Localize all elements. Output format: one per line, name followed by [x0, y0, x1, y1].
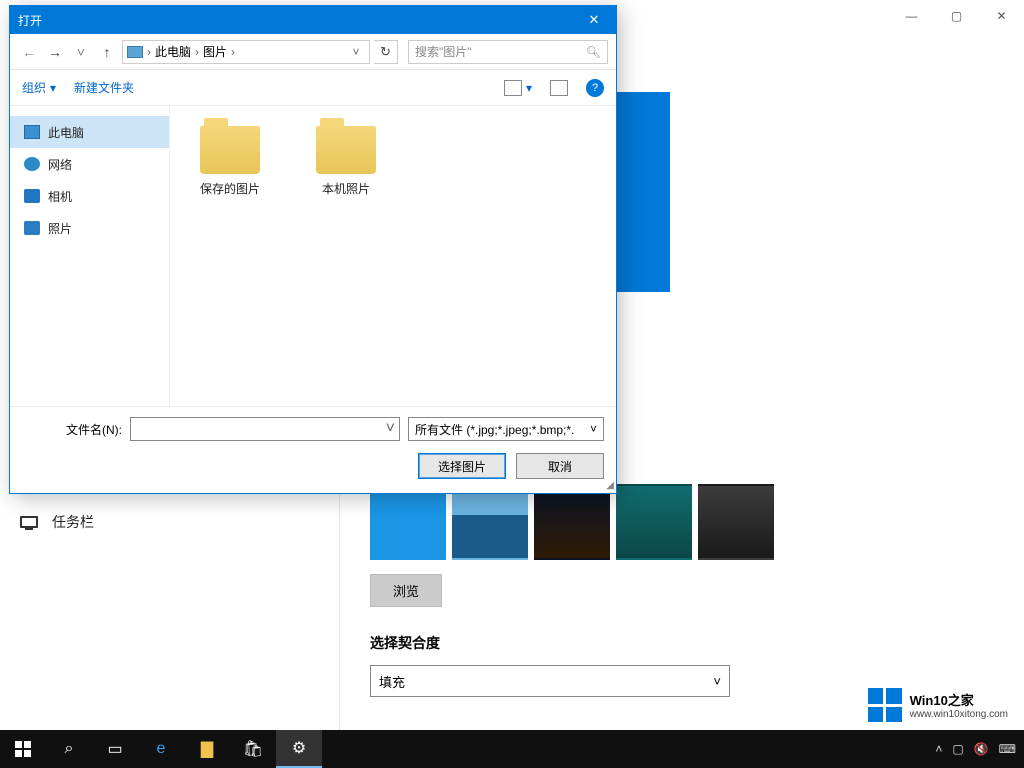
camera-icon — [24, 189, 40, 203]
minimize-button[interactable]: — — [889, 0, 934, 32]
watermark-title: Win10之家 — [910, 693, 974, 708]
sidebar-item-label: 此电脑 — [48, 124, 84, 141]
task-view-button[interactable]: ▭ — [92, 730, 138, 768]
explorer-button[interactable]: ▇ — [184, 730, 230, 768]
sidebar-item-this-pc[interactable]: 此电脑 — [10, 116, 169, 148]
up-button[interactable]: ↑ — [96, 41, 118, 63]
fit-select[interactable]: 填充 ˅ — [370, 665, 730, 697]
picture-thumb[interactable] — [534, 484, 610, 560]
folder-icon — [316, 126, 376, 174]
file-open-dialog: 打开 ✕ ← → ˅ ↑ › 此电脑 › 图片 › ˅ ↻ 搜索"图片" 🔍︎ … — [9, 5, 617, 494]
folder-item[interactable]: 本机照片 — [306, 126, 386, 197]
breadcrumb-sep-icon: › — [229, 45, 237, 59]
dialog-footer: 文件名(N): ˅ 所有文件 (*.jpg;*.jpeg;*.bmp;*. ˅ … — [10, 406, 616, 493]
taskbar: ⌕ ▭ e ▇ 🛍︎ ⚙ ˄ ▢ 🔇 ⌨ — [0, 730, 1024, 768]
dialog-title: 打开 — [18, 12, 42, 29]
filename-input[interactable]: ˅ — [130, 417, 400, 441]
photos-icon — [24, 221, 40, 235]
search-button[interactable]: ⌕ — [46, 730, 92, 768]
maximize-button[interactable]: ▢ — [934, 0, 979, 32]
address-dropdown-icon[interactable]: ˅ — [347, 45, 365, 59]
sidebar-item-label: 任务栏 — [52, 512, 94, 532]
view-icon — [504, 80, 522, 96]
help-button[interactable]: ? — [586, 79, 604, 97]
windows-logo-icon — [15, 741, 31, 757]
sidebar-item-label: 相机 — [48, 188, 72, 205]
edge-button[interactable]: e — [138, 730, 184, 768]
organize-menu[interactable]: 组织 ▾ — [22, 79, 56, 96]
store-button[interactable]: 🛍︎ — [230, 730, 276, 768]
volume-icon[interactable]: 🔇 — [974, 742, 989, 756]
back-button[interactable]: ← — [18, 41, 40, 63]
chevron-down-icon[interactable]: ˅ — [386, 420, 395, 438]
picture-thumbnails — [370, 484, 994, 560]
file-type-filter[interactable]: 所有文件 (*.jpg;*.jpeg;*.bmp;*. ˅ — [408, 417, 604, 441]
ime-icon[interactable]: ⌨ — [999, 742, 1016, 756]
watermark-url: www.win10xitong.com — [910, 709, 1008, 720]
watermark: Win10之家 www.win10xitong.com — [860, 684, 1016, 726]
breadcrumb-sep-icon: › — [193, 45, 201, 59]
sidebar-item-photos[interactable]: 照片 — [10, 212, 169, 244]
search-input[interactable]: 搜索"图片" 🔍︎ — [408, 40, 608, 64]
folder-label: 本机照片 — [322, 180, 370, 197]
chevron-down-icon: ˅ — [713, 674, 721, 689]
new-folder-button[interactable]: 新建文件夹 — [74, 79, 134, 96]
filter-value: 所有文件 (*.jpg;*.jpeg;*.bmp;*. — [415, 421, 574, 438]
dialog-nav: ← → ˅ ↑ › 此电脑 › 图片 › ˅ ↻ 搜索"图片" 🔍︎ — [10, 34, 616, 70]
picture-thumb[interactable] — [452, 484, 528, 560]
cancel-button[interactable]: 取消 — [516, 453, 604, 479]
address-bar[interactable]: › 此电脑 › 图片 › ˅ — [122, 40, 370, 64]
preview-pane-button[interactable] — [550, 80, 568, 96]
browse-button[interactable]: 浏览 — [370, 574, 442, 607]
file-list[interactable]: 保存的图片 本机照片 — [170, 106, 616, 406]
sidebar-item-taskbar[interactable]: 任务栏 — [0, 502, 339, 542]
view-menu[interactable]: ▾ — [504, 80, 532, 96]
sidebar-item-camera[interactable]: 相机 — [10, 180, 169, 212]
folder-label: 保存的图片 — [200, 180, 260, 197]
fit-value: 填充 — [379, 672, 405, 691]
settings-button[interactable]: ⚙ — [276, 730, 322, 768]
windows-logo-icon — [868, 688, 902, 722]
sidebar-item-label: 网络 — [48, 156, 72, 173]
fit-heading: 选择契合度 — [370, 633, 994, 653]
preview-pane-icon — [550, 80, 568, 96]
breadcrumb-folder[interactable]: 图片 — [203, 43, 227, 60]
dialog-titlebar[interactable]: 打开 ✕ — [10, 6, 616, 34]
recent-dropdown[interactable]: ˅ — [70, 41, 92, 63]
search-placeholder: 搜索"图片" — [415, 43, 472, 60]
chevron-down-icon: ˅ — [590, 422, 597, 436]
pc-icon — [24, 125, 40, 139]
network-icon[interactable]: ▢ — [952, 742, 963, 756]
resize-grip[interactable]: ◢ — [606, 480, 614, 491]
dialog-close-button[interactable]: ✕ — [572, 6, 616, 34]
taskbar-icon — [20, 516, 38, 528]
forward-button[interactable]: → — [44, 41, 66, 63]
open-button[interactable]: 选择图片 — [418, 453, 506, 479]
close-button[interactable]: ✕ — [979, 0, 1024, 32]
tray-chevron-icon[interactable]: ˄ — [935, 742, 942, 756]
search-icon: 🔍︎ — [586, 45, 601, 59]
breadcrumb-sep-icon: › — [145, 45, 153, 59]
sidebar-item-network[interactable]: 网络 — [10, 148, 169, 180]
sidebar-item-label: 照片 — [48, 220, 72, 237]
pc-icon — [127, 46, 143, 58]
network-icon — [24, 157, 40, 171]
breadcrumb-root[interactable]: 此电脑 — [155, 43, 191, 60]
refresh-button[interactable]: ↻ — [374, 40, 398, 64]
dialog-sidebar: 此电脑 网络 相机 照片 — [10, 106, 170, 406]
picture-thumb[interactable] — [698, 484, 774, 560]
system-tray[interactable]: ˄ ▢ 🔇 ⌨ — [935, 742, 1024, 756]
new-folder-label: 新建文件夹 — [74, 79, 134, 96]
chevron-down-icon: ▾ — [526, 81, 532, 95]
filename-label: 文件名(N): — [22, 421, 122, 438]
folder-icon — [200, 126, 260, 174]
dialog-toolbar: 组织 ▾ 新建文件夹 ▾ ? — [10, 70, 616, 106]
chevron-down-icon: ▾ — [50, 81, 56, 95]
start-button[interactable] — [0, 730, 46, 768]
picture-thumb[interactable] — [370, 484, 446, 560]
picture-thumb[interactable] — [616, 484, 692, 560]
organize-label: 组织 — [22, 79, 46, 96]
folder-item[interactable]: 保存的图片 — [190, 126, 270, 197]
